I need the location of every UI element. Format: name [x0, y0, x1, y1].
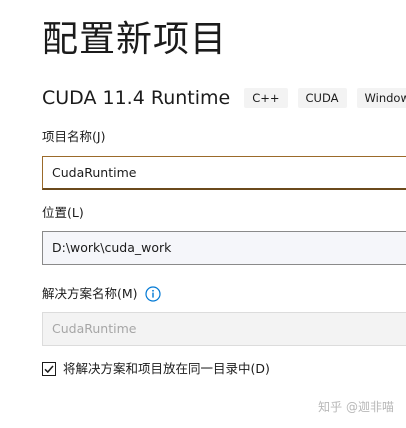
- tag-cuda: CUDA: [297, 88, 347, 108]
- watermark: 知乎 @迦非喵: [318, 400, 394, 414]
- template-row: CUDA 11.4 Runtime C++ CUDA Windows: [42, 84, 406, 112]
- page-title: 配置新项目: [42, 19, 228, 60]
- solution-name-label: 解决方案名称(M): [42, 286, 138, 301]
- info-icon[interactable]: [144, 286, 161, 302]
- project-name-input[interactable]: CudaRuntime: [42, 156, 406, 190]
- template-name: CUDA 11.4 Runtime: [42, 87, 231, 109]
- same-directory-row[interactable]: 将解决方案和项目放在同一目录中(D): [42, 360, 270, 378]
- checkmark-icon: [44, 365, 54, 374]
- solution-name-input: CudaRuntime: [42, 312, 406, 346]
- solution-name-label-row: 解决方案名称(M): [42, 285, 161, 303]
- same-directory-checkbox[interactable]: [42, 362, 56, 376]
- tag-cpp: C++: [244, 88, 288, 108]
- location-input[interactable]: D:\work\cuda_work: [42, 231, 406, 265]
- project-name-label: 项目名称(J): [42, 129, 106, 144]
- tag-windows: Windows: [356, 88, 406, 108]
- same-directory-label: 将解决方案和项目放在同一目录中(D): [63, 361, 270, 376]
- location-label: 位置(L): [42, 205, 84, 220]
